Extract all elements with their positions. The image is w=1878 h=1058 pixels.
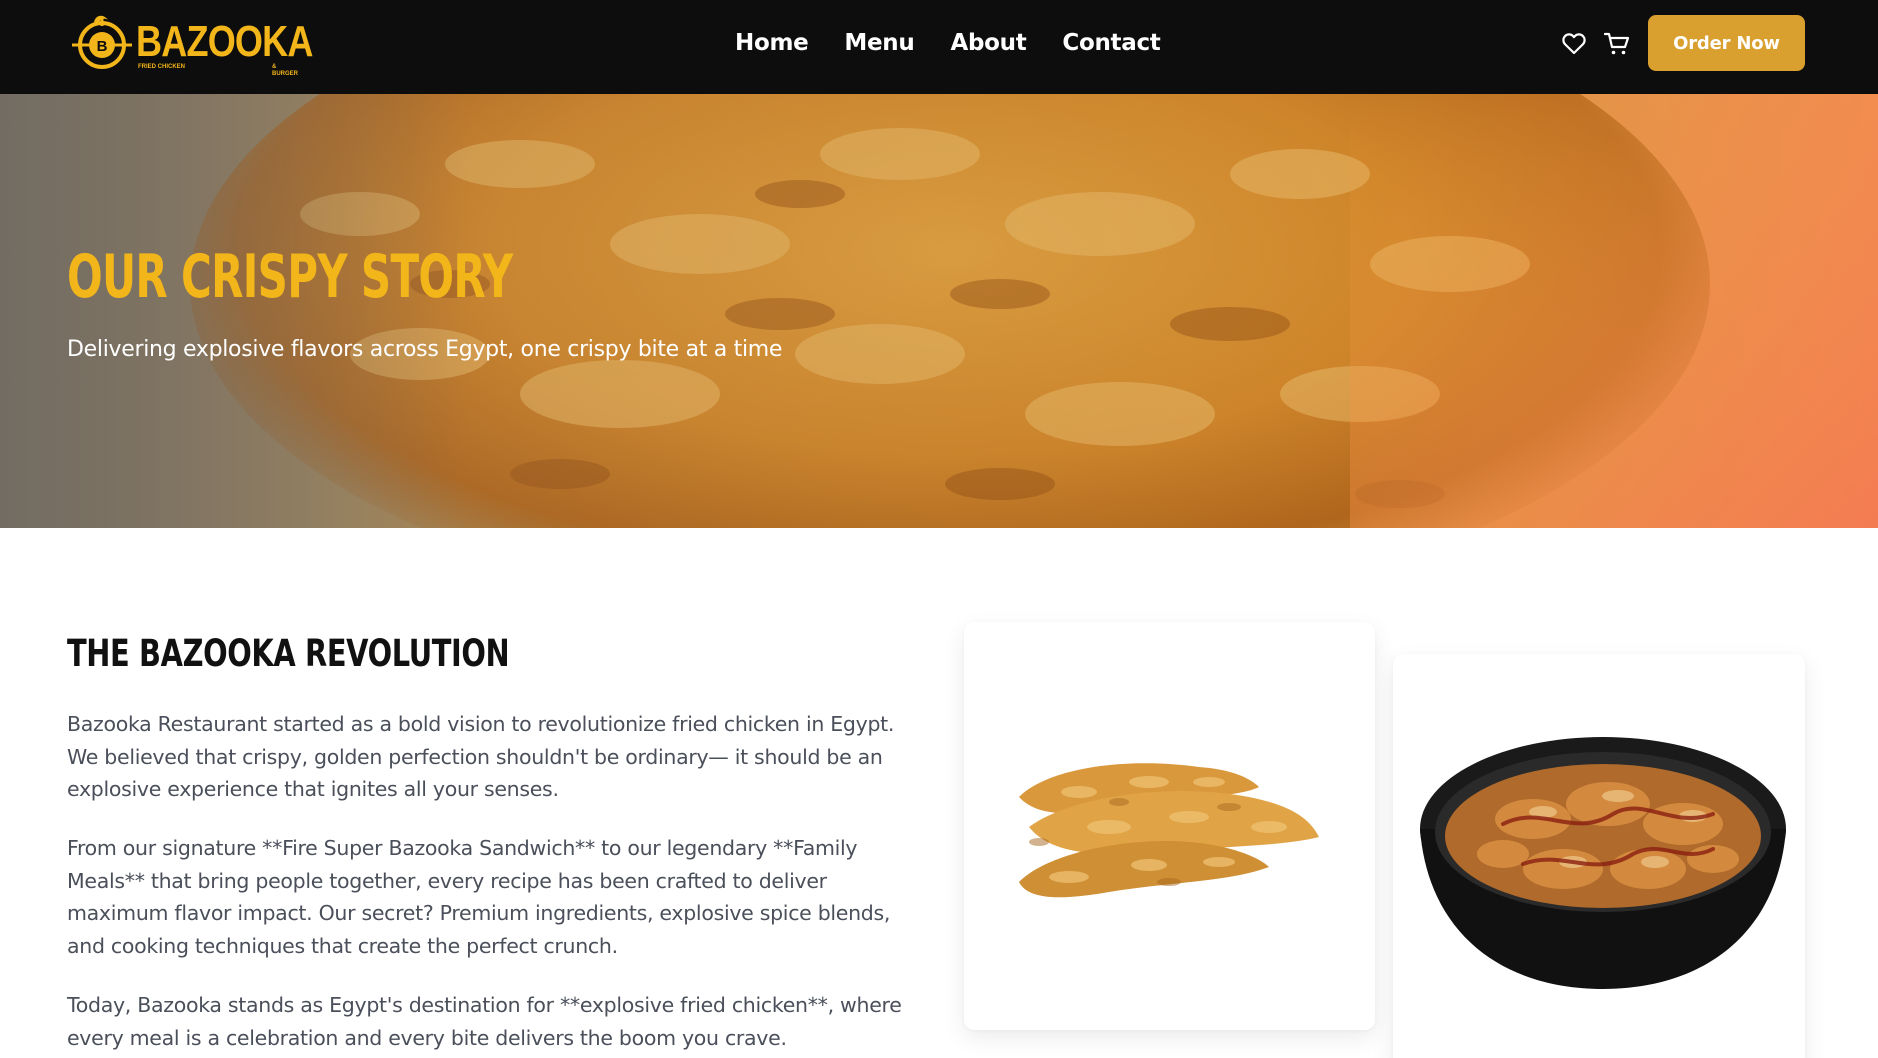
- order-now-button[interactable]: Order Now: [1648, 15, 1805, 71]
- navbar: B BAZOOKA FRIED CHICKEN & BURGER Home Me…: [0, 0, 1878, 94]
- emblem-letter: B: [97, 38, 108, 55]
- nav-link-home[interactable]: Home: [735, 26, 809, 66]
- bazooka-emblem-icon: B: [72, 15, 132, 69]
- brand-tagline-right: & BURGER: [272, 64, 299, 77]
- chicken-strips-image: [1019, 763, 1319, 898]
- hero-subtitle: Delivering explosive flavors across Egyp…: [67, 337, 783, 362]
- cart-icon: [1604, 32, 1630, 55]
- main-nav: Home Menu About Contact: [735, 26, 1161, 66]
- brand-logo[interactable]: B BAZOOKA FRIED CHICKEN & BURGER: [70, 12, 313, 77]
- heart-icon: [1562, 33, 1586, 55]
- brand-tagline-left: FRIED CHICKEN: [138, 64, 186, 70]
- hero-banner: OUR CRISPY STORY Delivering explosive fl…: [0, 94, 1878, 528]
- nav-link-contact[interactable]: Contact: [1062, 26, 1160, 66]
- chicken-bowl-image: [1420, 737, 1786, 989]
- hero-title: OUR CRISPY STORY: [67, 242, 513, 312]
- brand-name: BAZOOKA: [136, 17, 313, 66]
- story-paragraph-2: From our signature **Fire Super Bazooka …: [67, 836, 891, 958]
- chicken-strips-card: [964, 622, 1375, 1030]
- nav-link-menu[interactable]: Menu: [844, 26, 914, 66]
- cart-button[interactable]: [1601, 28, 1633, 60]
- chicken-bowl-card: [1393, 654, 1805, 1058]
- story-paragraph-1: Bazooka Restaurant started as a bold vis…: [67, 712, 895, 801]
- story-title: THE BAZOOKA REVOLUTION: [67, 632, 510, 675]
- nav-link-about[interactable]: About: [950, 26, 1026, 66]
- wishlist-button[interactable]: [1558, 28, 1590, 60]
- story-paragraph-3: Today, Bazooka stands as Egypt's destina…: [67, 993, 902, 1050]
